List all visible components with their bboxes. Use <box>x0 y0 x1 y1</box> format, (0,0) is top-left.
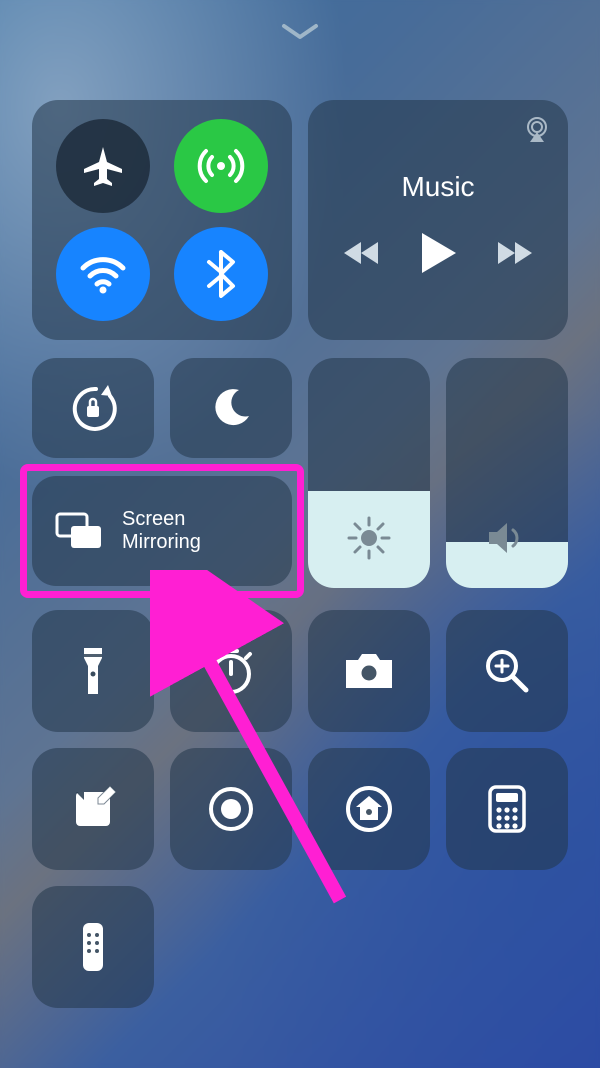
airplay-icon[interactable] <box>522 114 552 144</box>
record-icon <box>207 785 255 833</box>
brightness-slider[interactable] <box>308 358 430 588</box>
timer-button[interactable] <box>170 610 292 732</box>
bluetooth-icon <box>201 250 241 298</box>
brightness-icon <box>347 516 391 560</box>
airplane-icon <box>80 143 126 189</box>
bluetooth-toggle[interactable] <box>174 227 268 321</box>
music-card[interactable]: Music <box>308 100 568 340</box>
timer-icon <box>206 646 256 696</box>
connectivity-card <box>32 100 292 340</box>
notes-button[interactable] <box>32 748 154 870</box>
next-track-button[interactable] <box>494 240 532 266</box>
camera-icon <box>342 650 396 692</box>
magnifier-icon <box>482 646 532 696</box>
wifi-icon <box>77 248 129 300</box>
screen-mirroring-button[interactable]: Screen Mirroring <box>32 476 292 586</box>
orientation-lock-toggle[interactable] <box>32 358 154 458</box>
previous-track-button[interactable] <box>344 240 382 266</box>
airplane-mode-toggle[interactable] <box>56 119 150 213</box>
screen-mirroring-label: Screen Mirroring <box>122 508 201 554</box>
cellular-icon <box>196 141 246 191</box>
screen-mirroring-icon <box>54 511 104 551</box>
screen-mirroring-highlight: Screen Mirroring <box>22 466 302 596</box>
cellular-data-toggle[interactable] <box>174 119 268 213</box>
home-button[interactable] <box>308 748 430 870</box>
control-center: Music <box>0 0 600 1068</box>
flashlight-icon <box>76 644 110 698</box>
screen-record-button[interactable] <box>170 748 292 870</box>
magnifier-button[interactable] <box>446 610 568 732</box>
orientation-lock-icon <box>66 381 120 435</box>
shortcuts-grid <box>32 610 568 1008</box>
chevron-down-icon[interactable] <box>281 22 319 42</box>
calculator-button[interactable] <box>446 748 568 870</box>
moon-icon <box>209 386 253 430</box>
camera-button[interactable] <box>308 610 430 732</box>
home-icon <box>344 784 394 834</box>
volume-slider[interactable] <box>446 358 568 588</box>
do-not-disturb-toggle[interactable] <box>170 358 292 458</box>
volume-icon <box>485 516 529 560</box>
music-title: Music <box>401 171 474 203</box>
music-controls <box>344 231 532 275</box>
remote-icon <box>80 920 106 974</box>
play-button[interactable] <box>418 231 458 275</box>
wifi-toggle[interactable] <box>56 227 150 321</box>
remote-button[interactable] <box>32 886 154 1008</box>
calculator-icon <box>487 784 527 834</box>
flashlight-button[interactable] <box>32 610 154 732</box>
notes-icon <box>70 786 116 832</box>
